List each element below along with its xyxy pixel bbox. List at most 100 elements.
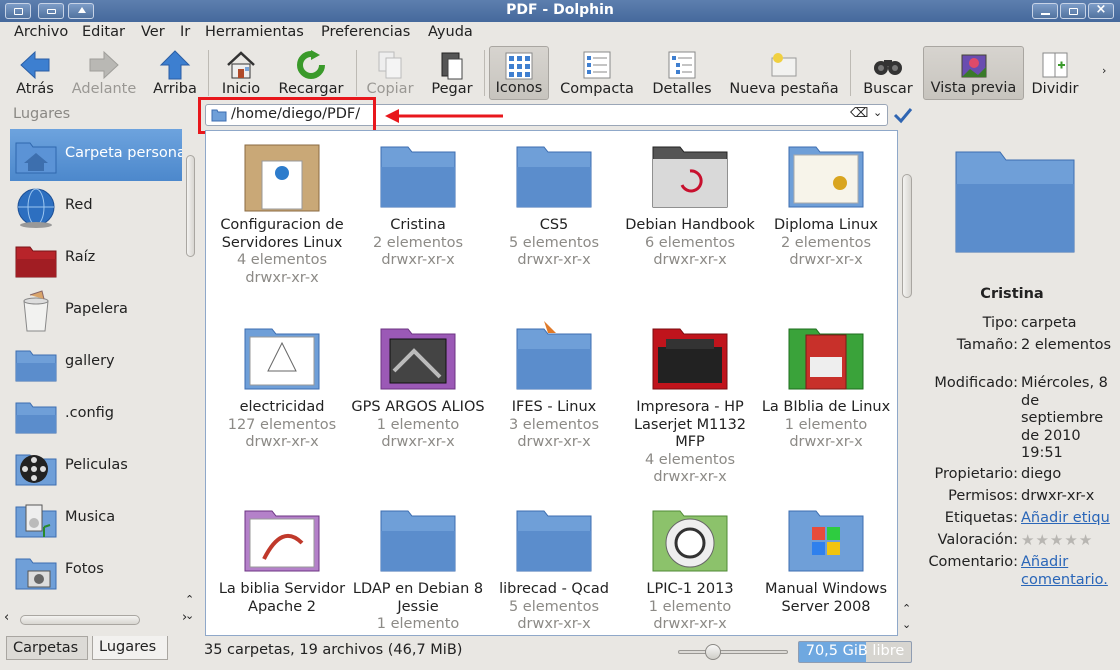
title-bar: PDF - Dolphin × <box>0 0 1120 22</box>
compact-view-icon <box>583 51 611 79</box>
zoom-slider-handle[interactable] <box>705 644 721 660</box>
add-tag-link[interactable]: Añadir etiqu <box>1021 510 1116 528</box>
icons-view-button[interactable]: Iconos <box>489 46 549 100</box>
menu-preferencias[interactable]: Preferencias <box>321 24 410 40</box>
copy-button[interactable]: Copiar <box>364 46 416 100</box>
printer-folder-icon <box>652 328 728 390</box>
menu-archivo[interactable]: Archivo <box>14 24 68 40</box>
scroll-up-icon[interactable]: ⌃ <box>185 593 194 606</box>
star-icon[interactable]: ★ <box>1021 531 1035 549</box>
binoculars-icon <box>874 60 902 75</box>
place-trash[interactable]: Papelera <box>10 285 182 337</box>
places-scrollbar[interactable]: ⌃ ⌄ <box>185 123 197 622</box>
place-config[interactable]: .config <box>10 389 182 441</box>
music-folder-icon <box>15 504 57 538</box>
menu-ayuda[interactable]: Ayuda <box>428 24 473 40</box>
folder-icon <box>380 510 456 572</box>
split-button[interactable]: Dividir <box>1030 46 1080 100</box>
place-root[interactable]: Raíz <box>10 233 182 285</box>
menu-ver[interactable]: Ver <box>141 24 165 40</box>
minimize-button[interactable] <box>1032 3 1058 19</box>
home-folder-icon <box>15 142 57 174</box>
folder-preview-icon <box>955 151 1075 253</box>
place-home[interactable]: Carpeta personal <box>10 129 182 181</box>
copy-icon <box>378 51 402 79</box>
menu-herramientas[interactable]: Herramientas <box>205 24 304 40</box>
star-icon[interactable]: ★ <box>1035 531 1049 549</box>
new-tab-button[interactable]: Nueva pestaña <box>726 46 842 100</box>
photos-folder-icon <box>15 558 57 590</box>
add-comment-link[interactable]: Añadir comentario. <box>1021 554 1116 589</box>
scroll-up-icon[interactable]: ⌃ <box>902 602 911 615</box>
place-movies[interactable]: Peliculas <box>10 441 182 493</box>
toolbar: Atrás Adelante Arriba Inicio Recargar Co… <box>0 44 1120 102</box>
place-gallery[interactable]: gallery <box>10 337 182 389</box>
back-button[interactable]: Atrás <box>10 46 60 100</box>
zoom-slider[interactable] <box>678 644 788 660</box>
places-horizontal-scrollbar[interactable]: ‹ › <box>4 610 194 628</box>
tab-places[interactable]: Lugares <box>92 636 168 660</box>
information-panel: Cristina Tipo: carpeta Tamaño: 2 elementos… <box>918 104 1120 634</box>
maximize-button[interactable] <box>1060 3 1086 19</box>
file-view[interactable]: Configuracion de Servidores Linux 4 eleme… <box>205 130 898 636</box>
preview-button[interactable]: Vista previa <box>923 46 1024 100</box>
scroll-thumb[interactable] <box>20 615 140 625</box>
compact-view-button[interactable]: Compacta <box>556 46 638 100</box>
folder-thumbnail-icon <box>244 144 320 212</box>
star-icon[interactable]: ★ <box>1050 531 1064 549</box>
star-icon[interactable]: ★ <box>1079 531 1093 549</box>
red-folder-icon <box>15 246 57 278</box>
home-button[interactable]: Inicio <box>218 46 264 100</box>
accept-checkmark-icon[interactable] <box>893 106 913 124</box>
scroll-thumb[interactable] <box>902 174 912 298</box>
folder-icon <box>516 321 592 390</box>
folder-thumbnail-icon <box>380 328 456 390</box>
scroll-thumb[interactable] <box>186 155 195 257</box>
places-panel: Lugares Carpeta personal Red Raíz Papele… <box>6 103 197 633</box>
scroll-left-icon[interactable]: ‹ <box>4 610 9 625</box>
star-icon[interactable]: ★ <box>1064 531 1078 549</box>
scroll-down-icon[interactable]: ⌄ <box>902 618 911 631</box>
apache-folder-icon <box>244 510 320 572</box>
folder-icon <box>15 350 57 382</box>
menu-bar: Archivo Editar Ver Ir Herramientas Prefe… <box>0 22 1120 44</box>
toolbar-overflow-icon[interactable]: › <box>1102 64 1106 77</box>
reload-icon <box>297 50 325 79</box>
windows-folder-icon <box>788 510 864 572</box>
paste-icon <box>441 52 463 80</box>
clear-location-icon[interactable]: ⌫ <box>850 106 868 121</box>
new-tab-icon <box>771 53 797 77</box>
tab-folders[interactable]: Carpetas <box>6 636 88 660</box>
home-icon <box>227 51 255 79</box>
book-folder-icon <box>788 328 864 390</box>
up-button[interactable]: Arriba <box>150 46 200 100</box>
toolbar-separator <box>850 50 851 96</box>
forward-button[interactable]: Adelante <box>70 46 138 100</box>
close-button[interactable]: × <box>1088 2 1114 19</box>
toolbar-separator <box>356 50 357 96</box>
paste-button[interactable]: Pegar <box>426 46 478 100</box>
up-arrow-icon <box>159 50 191 80</box>
menu-editar[interactable]: Editar <box>82 24 125 40</box>
scroll-right-icon[interactable]: › <box>182 610 187 625</box>
reload-button[interactable]: Recargar <box>276 46 346 100</box>
place-network[interactable]: Red <box>10 181 182 233</box>
folder-icon <box>15 402 57 434</box>
toolbar-separator <box>484 50 485 96</box>
lpi-folder-icon <box>652 510 728 572</box>
film-reel-icon <box>15 454 57 486</box>
window-title: PDF - Dolphin <box>506 2 614 18</box>
split-view-icon <box>1042 52 1068 78</box>
preview-image-icon <box>961 54 986 78</box>
menu-ir[interactable]: Ir <box>180 24 190 40</box>
rating-stars[interactable]: ★★★★★ <box>1021 531 1116 550</box>
search-button[interactable]: Buscar <box>858 46 918 100</box>
location-dropdown-icon[interactable]: ⌄ <box>873 106 882 119</box>
place-photos[interactable]: Fotos <box>10 545 182 597</box>
details-view-button[interactable]: Detalles <box>648 46 716 100</box>
free-space-indicator: 70,5 GiB libre <box>798 641 912 663</box>
icon-grid-icon <box>505 52 533 80</box>
back-arrow-icon <box>20 50 50 80</box>
place-music[interactable]: Musica <box>10 493 182 545</box>
file-view-scrollbar[interactable]: ⌃ ⌄ <box>900 130 914 636</box>
